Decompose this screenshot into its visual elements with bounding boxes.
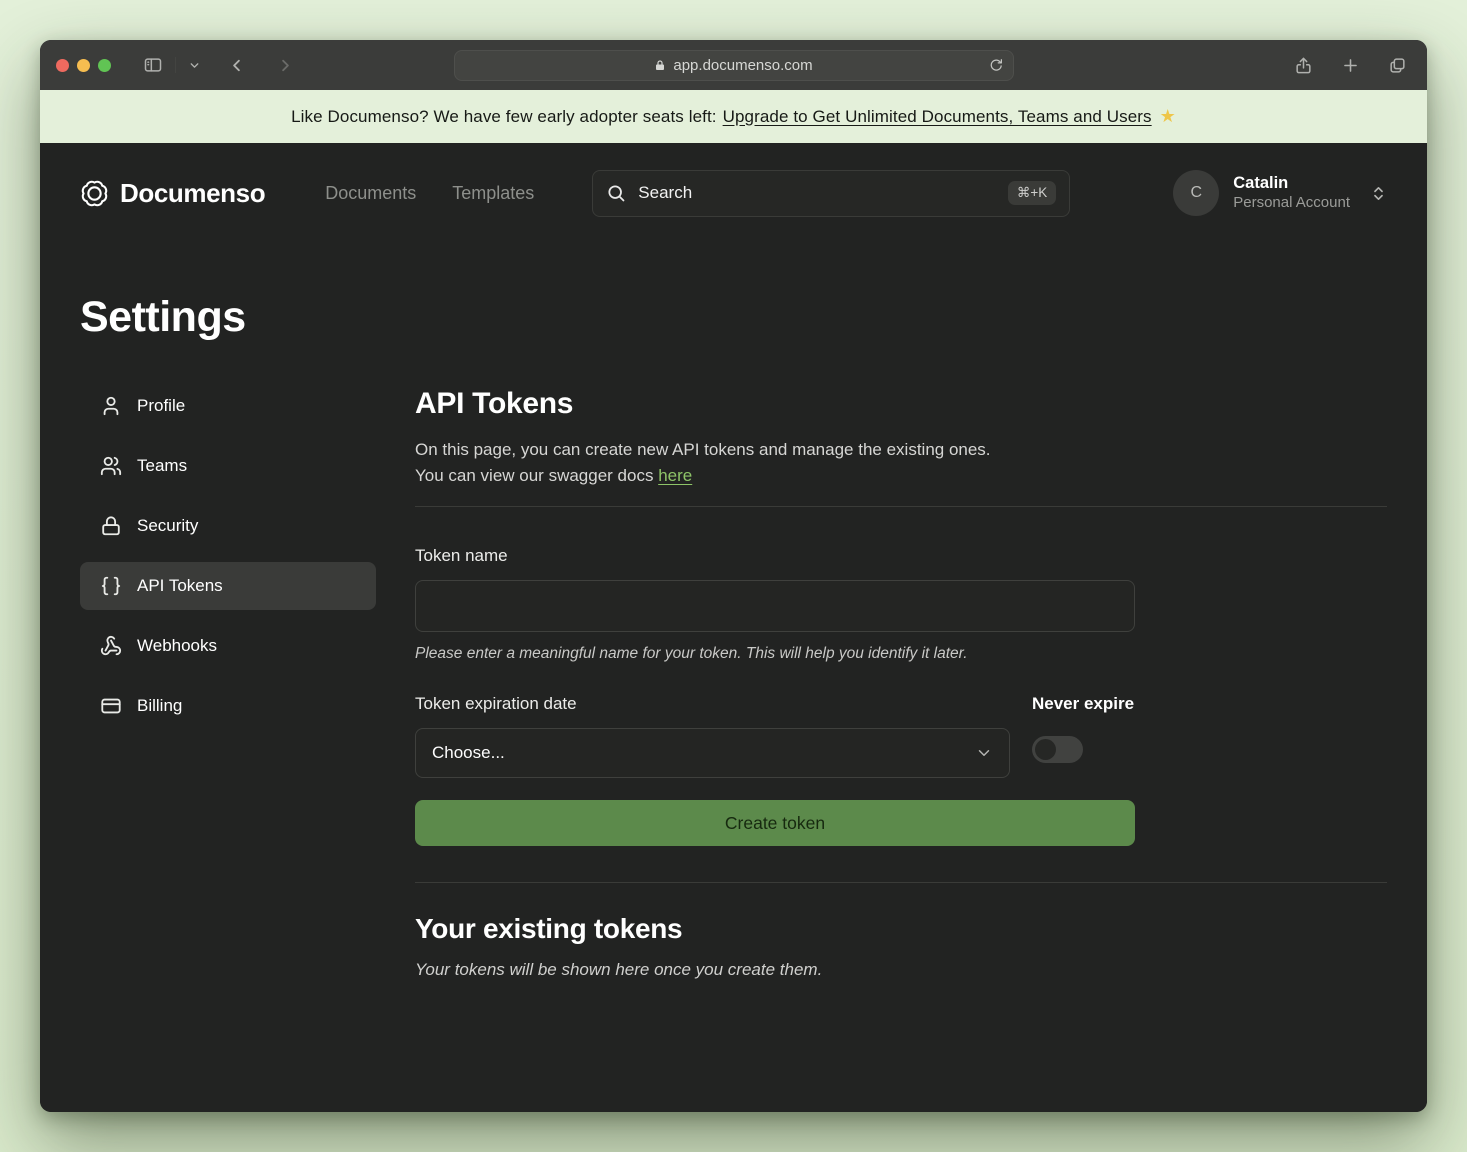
banner-upgrade-link[interactable]: Upgrade to Get Unlimited Documents, Team…	[723, 107, 1152, 127]
browser-titlebar: app.documenso.com	[40, 40, 1427, 90]
toggle-knob	[1035, 739, 1056, 760]
existing-tokens-hint: Your tokens will be shown here once you …	[415, 960, 1387, 980]
user-icon	[100, 395, 122, 417]
sidebar-item-label: Webhooks	[137, 636, 217, 656]
search-label: Search	[638, 183, 692, 203]
promo-banner: Like Documenso? We have few early adopte…	[40, 90, 1427, 143]
banner-text: Like Documenso? We have few early adopte…	[291, 107, 717, 127]
create-token-form: Token name Please enter a meaningful nam…	[415, 546, 1387, 846]
sidebar-item-label: Billing	[137, 696, 182, 716]
main-nav: Documents Templates	[325, 183, 534, 204]
sidebar-toggle-icon[interactable]	[139, 51, 167, 79]
never-expire-toggle[interactable]	[1032, 736, 1083, 763]
address-bar[interactable]: app.documenso.com	[454, 50, 1014, 81]
api-tokens-panel: API Tokens On this page, you can create …	[415, 382, 1387, 980]
search-button[interactable]: Search ⌘+K	[592, 170, 1070, 217]
sidebar-item-webhooks[interactable]: Webhooks	[80, 622, 376, 670]
expiration-select[interactable]: Choose...	[415, 728, 1010, 778]
app-header: Documenso Documents Templates Search ⌘+K…	[40, 143, 1427, 243]
account-menu[interactable]: C Catalin Personal Account	[1173, 170, 1387, 216]
forward-button-icon[interactable]	[272, 52, 299, 79]
new-tab-icon[interactable]	[1337, 52, 1364, 79]
settings-sidebar: Profile Teams Security	[80, 382, 376, 980]
expiration-label: Token expiration date	[415, 694, 577, 713]
url-text: app.documenso.com	[673, 57, 812, 74]
sidebar-item-security[interactable]: Security	[80, 502, 376, 550]
zoom-window-button[interactable]	[98, 59, 111, 72]
search-shortcut-badge: ⌘+K	[1008, 181, 1056, 205]
section-title: API Tokens	[415, 387, 1387, 421]
divider	[175, 57, 176, 73]
description-line2: You can view our swagger docs	[415, 466, 658, 485]
section-description: On this page, you can create new API tok…	[415, 437, 1387, 489]
tab-overview-icon[interactable]	[1384, 52, 1411, 79]
minimize-window-button[interactable]	[77, 59, 90, 72]
nav-templates[interactable]: Templates	[452, 183, 534, 204]
chevron-down-icon	[975, 744, 993, 762]
page-title: Settings	[80, 293, 1387, 342]
lock-icon	[100, 515, 122, 537]
avatar: C	[1173, 170, 1219, 216]
documenso-logo[interactable]: Documenso	[80, 178, 265, 209]
sidebar-item-label: Profile	[137, 396, 185, 416]
share-icon[interactable]	[1290, 52, 1317, 79]
sidebar-item-label: Teams	[137, 456, 187, 476]
users-icon	[100, 455, 122, 477]
sidebar-item-label: API Tokens	[137, 576, 223, 596]
description-line1: On this page, you can create new API tok…	[415, 440, 991, 459]
swagger-docs-link[interactable]: here	[658, 466, 692, 485]
documenso-seal-icon	[80, 179, 109, 208]
sidebar-item-billing[interactable]: Billing	[80, 682, 376, 730]
star-icon: ★	[1160, 106, 1176, 127]
account-type: Personal Account	[1233, 194, 1350, 213]
back-button-icon[interactable]	[223, 52, 250, 79]
existing-tokens-title: Your existing tokens	[415, 913, 1387, 945]
user-name: Catalin	[1233, 173, 1350, 194]
nav-documents[interactable]: Documents	[325, 183, 416, 204]
divider	[415, 506, 1387, 507]
browser-window: app.documenso.com Like Documenso? We hav…	[40, 40, 1427, 1112]
divider	[415, 882, 1387, 883]
sidebar-item-api-tokens[interactable]: API Tokens	[80, 562, 376, 610]
search-icon	[606, 183, 626, 203]
app-content: Documenso Documents Templates Search ⌘+K…	[40, 143, 1427, 1112]
lock-icon	[654, 59, 666, 72]
expiration-selected-value: Choose...	[432, 743, 505, 763]
tab-group-chevron-icon[interactable]	[184, 55, 205, 76]
token-name-hint: Please enter a meaningful name for your …	[415, 645, 1387, 663]
braces-icon	[100, 575, 122, 597]
credit-card-icon	[100, 695, 122, 717]
brand-name: Documenso	[120, 178, 265, 209]
sidebar-item-teams[interactable]: Teams	[80, 442, 376, 490]
account-info: Catalin Personal Account	[1233, 173, 1350, 212]
chevrons-up-down-icon	[1370, 185, 1387, 202]
expiration-row: Token expiration date Choose... Never ex…	[415, 694, 1387, 778]
token-name-label: Token name	[415, 546, 508, 565]
token-name-input[interactable]	[415, 580, 1135, 632]
never-expire-label: Never expire	[1032, 694, 1134, 714]
create-token-button[interactable]: Create token	[415, 800, 1135, 846]
webhook-icon	[100, 635, 122, 657]
sidebar-item-profile[interactable]: Profile	[80, 382, 376, 430]
settings-page: Settings Profile Teams	[40, 243, 1427, 1112]
close-window-button[interactable]	[56, 59, 69, 72]
window-controls	[56, 59, 111, 72]
reload-icon[interactable]	[989, 58, 1004, 73]
sidebar-item-label: Security	[137, 516, 198, 536]
